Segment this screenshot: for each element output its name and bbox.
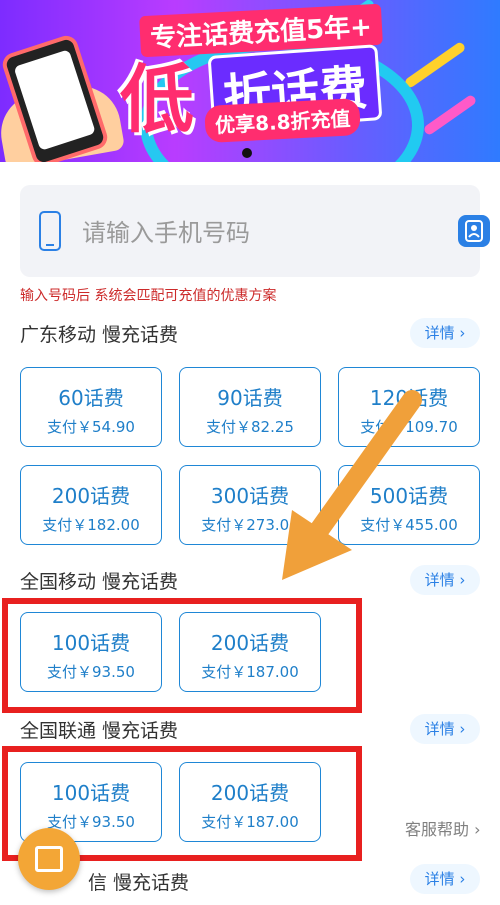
customer-help-button[interactable]: 客服帮助 › (405, 815, 500, 845)
chevron-right-icon: › (459, 324, 466, 342)
highlight-box (2, 598, 362, 713)
section-title-national-mobile: 全国移动 慢充话费 (20, 571, 179, 593)
card-price: 支付￥182.00 (42, 516, 140, 534)
phone-input-placeholder: 请输入手机号码 (82, 219, 250, 247)
chevron-right-icon: › (459, 870, 466, 888)
card-amount: 200话费 (51, 484, 131, 508)
details-button[interactable]: 详情 › (410, 565, 480, 595)
banner-big-char: 低 (120, 57, 194, 143)
details-button[interactable]: 详情 › (410, 318, 480, 348)
section-title-telecom: 信 慢充话费 (88, 872, 190, 894)
contacts-icon[interactable] (458, 215, 490, 247)
details-button[interactable]: 详情 › (410, 864, 480, 894)
card-amount: 60话费 (58, 386, 124, 410)
gift-icon (35, 846, 63, 872)
hint-text: 输入号码后 系统会匹配可充值的优惠方案 (20, 288, 277, 304)
carousel-dot[interactable] (242, 148, 252, 158)
promo-banner[interactable]: 专注话费充值5年+ 低 折话费 优享8.8折充值 (0, 0, 500, 162)
floating-gift-button[interactable] (18, 828, 80, 890)
section-title-national-unicom: 全国联通 慢充话费 (20, 720, 179, 742)
recharge-card[interactable]: 60话费 支付￥54.90 (20, 367, 162, 447)
chevron-right-icon: › (474, 820, 481, 839)
phone-number-field[interactable]: 请输入手机号码 (20, 185, 490, 277)
chevron-right-icon: › (459, 571, 466, 589)
mobile-phone-icon (39, 211, 61, 251)
details-button[interactable]: 详情 › (410, 714, 480, 744)
decor-stripe (422, 93, 478, 137)
chevron-right-icon: › (459, 720, 466, 738)
card-price: 支付￥54.90 (47, 418, 135, 436)
recharge-card[interactable]: 200话费 支付￥182.00 (20, 465, 162, 545)
decor-stripe (403, 40, 467, 90)
annotation-arrow (282, 390, 422, 580)
section-title-guangdong-mobile: 广东移动 慢充话费 (20, 324, 179, 346)
